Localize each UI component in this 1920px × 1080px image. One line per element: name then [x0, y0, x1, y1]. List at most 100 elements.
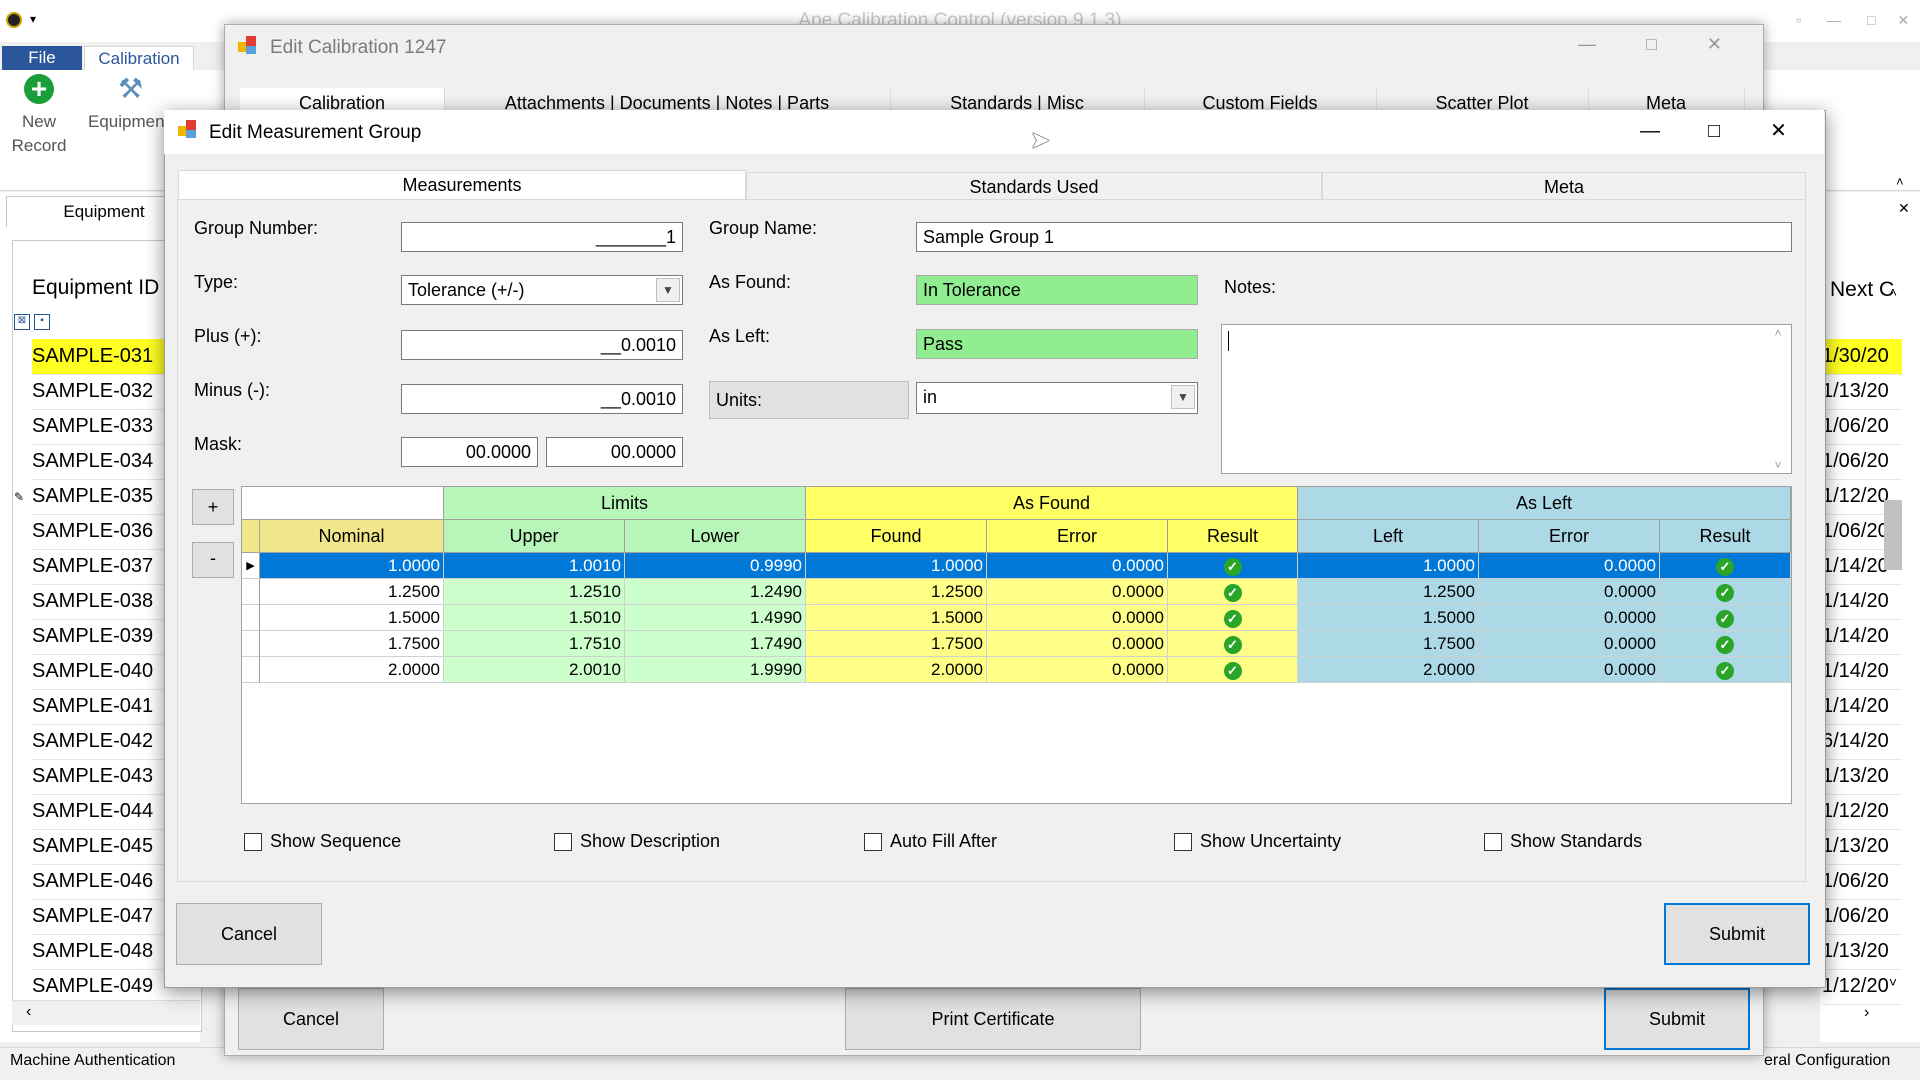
cell-left-error[interactable]: 0.0000	[1479, 553, 1660, 579]
units-select[interactable]: in ▼	[916, 382, 1198, 414]
next-vscroll[interactable]: ˄ ˅	[1882, 284, 1904, 990]
cell-nominal[interactable]: 1.7500	[260, 631, 444, 657]
cell-upper[interactable]: 1.7510	[444, 631, 625, 657]
cell-found[interactable]: 1.5000	[806, 605, 987, 631]
mg-cancel-button[interactable]: Cancel	[176, 903, 322, 965]
cal-close-icon[interactable]: ✕	[1707, 34, 1722, 54]
cell-nominal[interactable]: 1.2500	[260, 579, 444, 605]
scroll-down-icon[interactable]: ˅	[1882, 974, 1904, 990]
cell-left[interactable]: 1.0000	[1298, 553, 1479, 579]
mg-maximize-icon[interactable]: □	[1708, 120, 1720, 142]
app-close-icon[interactable]: ✕	[1897, 12, 1909, 28]
cell-upper[interactable]: 1.5010	[444, 605, 625, 631]
app-max-icon[interactable]: □	[1867, 12, 1875, 28]
filter-icon[interactable]: ⊠	[14, 314, 30, 330]
row-selector[interactable]: ▶	[242, 553, 260, 579]
cell-left[interactable]: 1.5000	[1298, 605, 1479, 631]
notes-scroll-up-icon[interactable]: ˄	[1766, 326, 1790, 340]
type-select[interactable]: Tolerance (+/-) ▼	[401, 275, 683, 305]
cell-left-error[interactable]: 0.0000	[1479, 605, 1660, 631]
cell-left-error[interactable]: 0.0000	[1479, 579, 1660, 605]
cell-found-error[interactable]: 0.0000	[987, 579, 1168, 605]
result-cell[interactable]: ✓	[1660, 631, 1791, 657]
notes-textarea[interactable]	[1221, 324, 1792, 474]
cell-found[interactable]: 1.7500	[806, 631, 987, 657]
cell-lower[interactable]: 1.4990	[625, 605, 806, 631]
panel-close-icon[interactable]: ✕	[1898, 200, 1910, 217]
ribbon-tab-calibration[interactable]: Calibration	[84, 46, 194, 70]
cell-left-error[interactable]: 0.0000	[1479, 631, 1660, 657]
chevron-down-icon[interactable]: ▼	[1171, 385, 1195, 409]
cal-maximize-icon[interactable]: □	[1646, 34, 1657, 54]
cell-found-error[interactable]: 0.0000	[987, 605, 1168, 631]
cell-upper[interactable]: 2.0010	[444, 657, 625, 683]
result-cell[interactable]: ✓	[1168, 657, 1298, 683]
remove-row-button[interactable]: -	[192, 542, 234, 578]
group-name-input[interactable]: Sample Group 1	[916, 222, 1792, 252]
cell-found-error[interactable]: 0.0000	[987, 553, 1168, 579]
result-cell[interactable]: ✓	[1168, 579, 1298, 605]
show-uncertainty-checkbox[interactable]: Show Uncertainty	[1174, 829, 1341, 853]
show-standards-checkbox[interactable]: Show Standards	[1484, 829, 1642, 853]
checkbox-box[interactable]	[1174, 833, 1192, 852]
scroll-thumb[interactable]	[1884, 500, 1902, 570]
cell-found[interactable]: 2.0000	[806, 657, 987, 683]
scroll-left-icon[interactable]: ‹	[26, 1003, 31, 1021]
cell-left[interactable]: 1.7500	[1298, 631, 1479, 657]
result-cell[interactable]: ✓	[1660, 605, 1791, 631]
cell-lower[interactable]: 1.9990	[625, 657, 806, 683]
cell-found[interactable]: 1.2500	[806, 579, 987, 605]
row-selector[interactable]	[242, 631, 260, 657]
cell-lower[interactable]: 1.7490	[625, 631, 806, 657]
mask-input-2[interactable]: 00.0000	[546, 437, 683, 467]
minus-input[interactable]: __0.0010	[401, 384, 683, 414]
mg-close-icon[interactable]: ✕	[1770, 120, 1787, 142]
cell-left-error[interactable]: 0.0000	[1479, 657, 1660, 683]
tab-mg-meta[interactable]: Meta	[1322, 172, 1806, 200]
group-number-input[interactable]: _______1	[401, 222, 683, 252]
cell-nominal[interactable]: 1.5000	[260, 605, 444, 631]
cell-left[interactable]: 2.0000	[1298, 657, 1479, 683]
column-header-found-result[interactable]: Result	[1168, 520, 1298, 553]
app-min-icon[interactable]: —	[1827, 12, 1841, 28]
cell-left[interactable]: 1.2500	[1298, 579, 1479, 605]
result-cell[interactable]: ✓	[1168, 631, 1298, 657]
notes-scrollbar[interactable]: ˄ ˅	[1766, 326, 1790, 472]
cell-lower[interactable]: 1.2490	[625, 579, 806, 605]
column-header-left[interactable]: Left	[1298, 520, 1479, 553]
equipment-hscroll[interactable]: ‹	[12, 1000, 200, 1025]
cell-found[interactable]: 1.0000	[806, 553, 987, 579]
add-row-button[interactable]: +	[192, 489, 234, 525]
chevron-down-icon[interactable]: ▼	[656, 278, 680, 302]
column-header-lower[interactable]: Lower	[625, 520, 806, 553]
column-header-upper[interactable]: Upper	[444, 520, 625, 553]
checkbox-box[interactable]	[1484, 833, 1502, 852]
column-header-found[interactable]: Found	[806, 520, 987, 553]
cell-lower[interactable]: 0.9990	[625, 553, 806, 579]
notes-scroll-down-icon[interactable]: ˅	[1766, 458, 1790, 472]
tab-measurements[interactable]: Measurements	[178, 170, 746, 200]
ribbon-tab-file[interactable]: File	[2, 46, 82, 70]
show-description-checkbox[interactable]: Show Description	[554, 829, 720, 853]
result-cell[interactable]: ✓	[1660, 657, 1791, 683]
plus-input[interactable]: __0.0010	[401, 330, 683, 360]
checkbox-box[interactable]	[554, 833, 572, 852]
ribbon-collapse-icon[interactable]: ˄	[1896, 174, 1904, 189]
scroll-up-icon[interactable]: ˄	[1882, 284, 1904, 300]
checkbox-box[interactable]	[864, 833, 882, 852]
row-selector[interactable]	[242, 605, 260, 631]
column-header-left-result[interactable]: Result	[1660, 520, 1791, 553]
cell-upper[interactable]: 1.2510	[444, 579, 625, 605]
cell-found-error[interactable]: 0.0000	[987, 657, 1168, 683]
print-certificate-button[interactable]: Print Certificate	[845, 988, 1141, 1050]
cell-upper[interactable]: 1.0010	[444, 553, 625, 579]
column-header-found-error[interactable]: Error	[987, 520, 1168, 553]
result-cell[interactable]: ✓	[1168, 605, 1298, 631]
auto-fill-after-checkbox[interactable]: Auto Fill After	[864, 829, 997, 853]
column-header-left-error[interactable]: Error	[1479, 520, 1660, 553]
mask-input-1[interactable]: 00.0000	[401, 437, 538, 467]
row-selector[interactable]	[242, 657, 260, 683]
result-cell[interactable]: ✓	[1660, 579, 1791, 605]
cell-nominal[interactable]: 2.0000	[260, 657, 444, 683]
new-record-button[interactable]: + New Record	[8, 72, 70, 168]
